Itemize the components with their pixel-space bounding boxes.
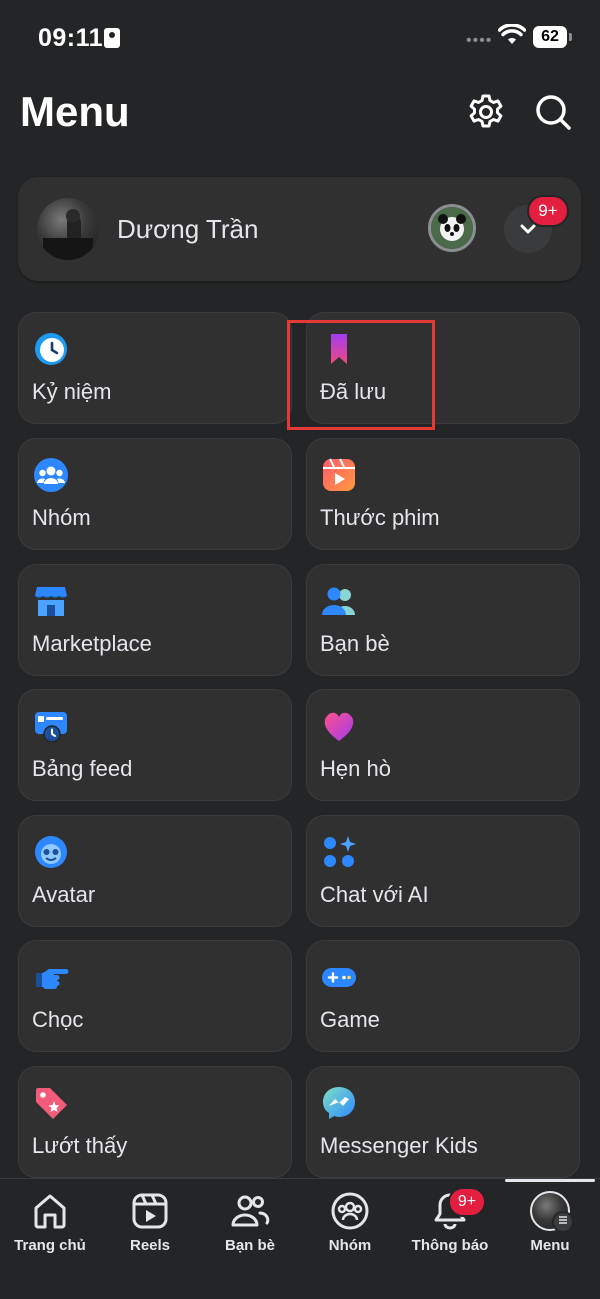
friends-tab-icon (231, 1195, 270, 1227)
highlight-box (287, 320, 435, 430)
hamburger-icon (552, 1211, 574, 1233)
shortcut-label: Bạn bè (320, 631, 390, 656)
profile-card[interactable]: Dương Trần 9+ (18, 177, 581, 281)
shortcut-label: Kỷ niệm (32, 379, 112, 404)
avatar-photo (43, 209, 93, 260)
tab-home[interactable]: Trang chủ (0, 1191, 100, 1254)
feed-icon (35, 712, 67, 743)
notifications-badge: 9+ (448, 1187, 486, 1217)
gear-icon[interactable] (466, 92, 506, 132)
shortcut-label: Game (320, 1007, 380, 1032)
shortcut-label: Lướt thấy (32, 1133, 128, 1158)
tab-friends[interactable]: Bạn bè (200, 1191, 300, 1254)
reels-tab-icon (132, 1193, 168, 1229)
tag-icon (36, 1088, 67, 1119)
home-icon (34, 1194, 66, 1229)
friends-icon (322, 587, 355, 615)
shortcut-game[interactable]: Game (306, 940, 580, 1052)
shortcut-label: Avatar (32, 882, 96, 907)
shortcut-poke[interactable]: Chọc (18, 940, 292, 1052)
shortcut-memories[interactable]: Kỷ niệm (18, 312, 292, 424)
messenger-kids-icon (323, 1087, 355, 1119)
menu-avatar (530, 1191, 574, 1233)
search-icon[interactable] (533, 92, 573, 132)
gamepad-icon (322, 968, 356, 987)
shortcut-label: Nhóm (32, 505, 91, 530)
marketplace-store-icon (35, 587, 67, 616)
dating-heart-icon (324, 712, 354, 741)
reels-icon (323, 458, 355, 491)
avatar-face-icon (35, 836, 67, 868)
shortcut-reels[interactable]: Thước phim (306, 438, 580, 550)
shortcut-groups[interactable]: Nhóm (18, 438, 292, 550)
shortcut-friends[interactable]: Bạn bè (306, 564, 580, 676)
groups-icon (34, 458, 68, 492)
page-title: Menu (20, 88, 130, 135)
wifi-icon (498, 24, 526, 44)
battery-level: 62 (533, 26, 567, 48)
profile-name: Dương Trần (117, 214, 259, 244)
tab-groups[interactable]: Nhóm (300, 1191, 400, 1254)
groups-tab-icon (331, 1192, 369, 1230)
tab-label: Menu (530, 1237, 570, 1254)
shortcut-dating[interactable]: Hẹn hò (306, 689, 580, 801)
switch-profile-avatar[interactable] (428, 204, 476, 252)
shortcut-tag[interactable]: Lướt thấy (18, 1066, 292, 1178)
panda-avatar-icon (431, 207, 473, 249)
shortcut-label: Chọc (32, 1007, 84, 1032)
shortcut-marketplace[interactable]: Marketplace (18, 564, 292, 676)
bottom-tab-bar: Trang chủ Reels Bạn bè Nhóm Thông báo 9+… (0, 1178, 600, 1299)
tab-label: Nhóm (328, 1237, 372, 1254)
shortcut-label: Marketplace (32, 631, 152, 656)
tab-reels[interactable]: Reels (100, 1191, 200, 1254)
tab-label: Bạn bè (224, 1237, 275, 1254)
tab-label: Thông báo (411, 1237, 489, 1254)
shortcut-label: Thước phim (320, 505, 440, 530)
status-bar: 09:11 •••• 62 (0, 0, 600, 76)
tab-label: Reels (129, 1237, 171, 1254)
shortcut-label: Bảng feed (32, 756, 133, 781)
avatar[interactable] (37, 198, 99, 260)
shortcut-avatar[interactable]: Avatar (18, 815, 292, 927)
shortcut-label: Hẹn hò (320, 756, 391, 781)
shortcut-ai-chat[interactable]: Chat với AI (306, 815, 580, 927)
poke-hand-icon (36, 969, 69, 990)
battery-tip (569, 33, 572, 41)
tab-label: Trang chủ (14, 1237, 86, 1254)
shortcut-messenger-kids[interactable]: Messenger Kids (306, 1066, 580, 1178)
tab-menu[interactable]: Menu (500, 1191, 600, 1254)
shortcut-label: Chat với AI (320, 882, 429, 907)
shortcut-feed[interactable]: Bảng feed (18, 689, 292, 801)
status-time: 09:11 (38, 24, 104, 52)
profile-notification-badge: 9+ (527, 195, 569, 227)
shortcut-label: Messenger Kids (320, 1133, 478, 1158)
memories-clock-icon (35, 333, 67, 365)
ai-chat-icon (324, 836, 356, 867)
cellular-signal-icon: •••• (466, 32, 493, 49)
active-tab-indicator (505, 1179, 595, 1182)
portrait-lock-icon (104, 28, 120, 48)
